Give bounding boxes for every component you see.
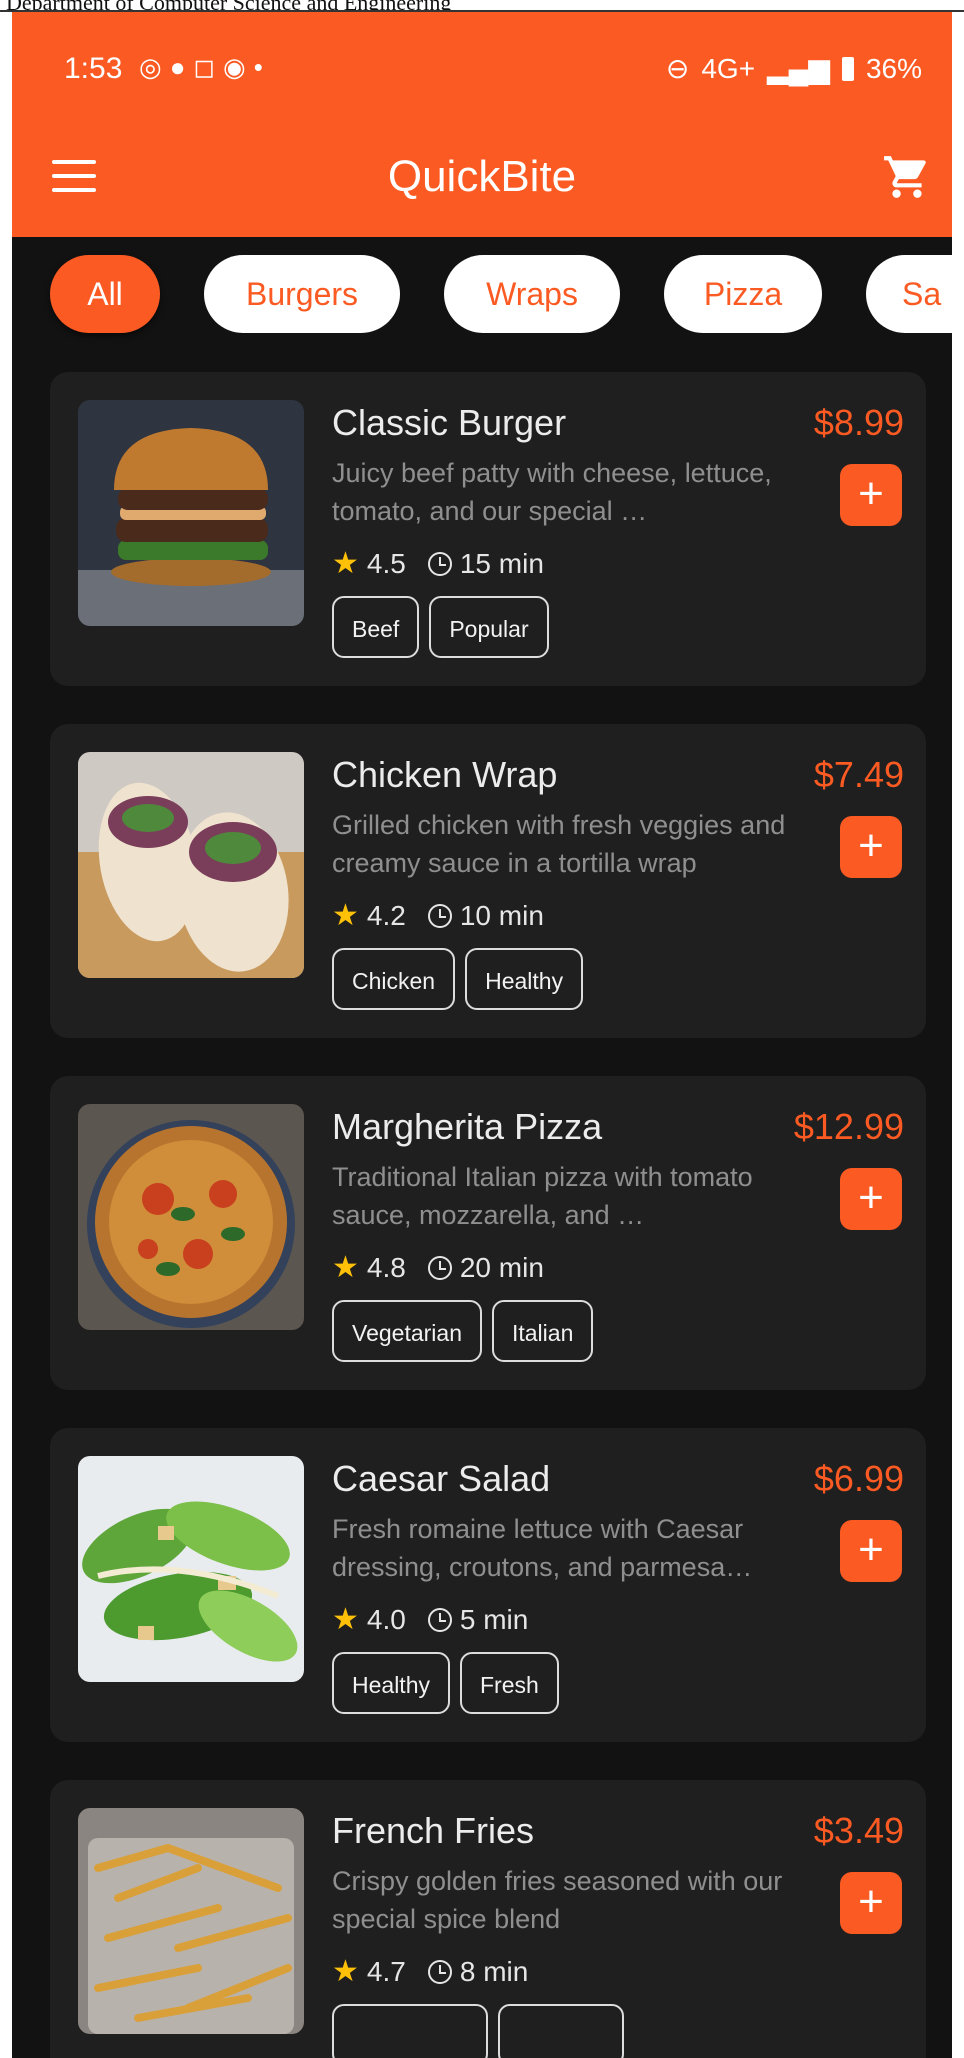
item-time: 8 min	[459, 1955, 529, 1987]
phone-screen: 1:53 ◎●◻◉• ⊖ 4G+ ▂▄▆ 36% QuickBite All B…	[12, 12, 952, 2058]
cart-icon[interactable]	[882, 152, 932, 202]
item-meta: ★ 4.8 20 min	[332, 1250, 544, 1285]
menu-item-card[interactable]: Chicken Wrap $7.49 Grilled chicken with …	[50, 724, 926, 1038]
item-tag: Vegetarian	[332, 1300, 482, 1362]
star-icon: ★	[332, 547, 359, 580]
add-to-cart-button[interactable]: +	[840, 1872, 902, 1934]
status-bar: 1:53 ◎●◻◉• ⊖ 4G+ ▂▄▆ 36%	[12, 12, 952, 122]
item-meta: ★ 4.7 8 min	[332, 1954, 528, 1989]
category-chip-pizza[interactable]: Pizza	[664, 255, 822, 333]
item-name: Chicken Wrap	[332, 754, 558, 795]
burger-image	[78, 400, 304, 626]
item-name: Classic Burger	[332, 402, 567, 443]
category-chips: All Burgers Wraps Pizza Sa	[12, 255, 952, 345]
app-title: QuickBite	[387, 152, 577, 201]
app-bar: 1:53 ◎●◻◉• ⊖ 4G+ ▂▄▆ 36% QuickBite	[12, 12, 952, 237]
battery-icon	[841, 56, 854, 81]
star-icon: ★	[332, 1955, 359, 1988]
item-time: 10 min	[459, 899, 544, 931]
item-time: 15 min	[459, 547, 544, 579]
clock-icon	[427, 1255, 452, 1280]
dot-icon: •	[253, 52, 271, 82]
item-price: $6.99	[813, 1458, 904, 1499]
item-tag: Chicken	[332, 948, 456, 1010]
item-tag	[498, 2004, 624, 2058]
item-tag: Healthy	[332, 1652, 450, 1714]
add-to-cart-button[interactable]: +	[840, 1520, 902, 1582]
item-tags: Healthy Fresh	[332, 1652, 559, 1714]
menu-item-card[interactable]: Margherita Pizza $12.99 Traditional Ital…	[50, 1076, 926, 1390]
item-tag: Healthy	[465, 948, 584, 1010]
star-icon: ★	[332, 1603, 359, 1636]
pizza-image	[78, 1104, 304, 1330]
category-chip-all[interactable]: All	[50, 255, 160, 333]
item-name: Margherita Pizza	[332, 1106, 603, 1147]
viber-icon: ◉	[223, 52, 254, 82]
item-price: $7.49	[813, 754, 904, 795]
star-icon: ★	[332, 899, 359, 932]
item-description: Fresh romaine lettuce with Caesar dressi…	[332, 1514, 753, 1582]
item-price: $3.49	[813, 1810, 904, 1851]
item-tag	[332, 2004, 488, 2058]
wrap-image	[78, 752, 304, 978]
item-tags: Vegetarian Italian	[332, 1300, 594, 1362]
category-chip-burgers[interactable]: Burgers	[204, 255, 400, 333]
salad-image	[78, 1456, 304, 1682]
menu-item-card[interactable]: French Fries $3.49 Crispy golden fries s…	[50, 1780, 926, 2058]
item-rating: 4.8	[366, 1251, 406, 1283]
clock-icon	[427, 1607, 452, 1632]
item-tag: Fresh	[459, 1652, 559, 1714]
network-label: 4G+	[701, 52, 756, 84]
dnd-icon: ⊖	[665, 53, 690, 84]
category-chip-wraps[interactable]: Wraps	[444, 255, 620, 333]
item-rating: 4.7	[366, 1955, 406, 1987]
item-tags: Beef Popular	[332, 596, 549, 658]
item-name: Caesar Salad	[332, 1458, 551, 1499]
item-description: Traditional Italian pizza with tomato sa…	[332, 1162, 753, 1230]
item-tag: Italian	[491, 1300, 594, 1362]
item-time: 5 min	[459, 1603, 529, 1635]
battery-level: 36%	[865, 52, 922, 84]
item-name: French Fries	[332, 1810, 535, 1851]
item-tags	[332, 2004, 624, 2058]
fries-image	[78, 1808, 304, 2034]
add-to-cart-button[interactable]: +	[840, 816, 902, 878]
instagram-icon: ◻	[193, 52, 223, 82]
item-tag: Beef	[332, 596, 420, 658]
item-rating: 4.2	[366, 899, 406, 931]
status-time: 1:53	[64, 52, 123, 85]
item-meta: ★ 4.0 5 min	[332, 1602, 528, 1637]
clock-icon	[427, 1959, 452, 1984]
clock-icon	[427, 903, 452, 928]
signal-icon: ▂▄▆	[767, 53, 830, 84]
add-to-cart-button[interactable]: +	[840, 1168, 902, 1230]
item-price: $8.99	[813, 402, 904, 443]
item-time: 20 min	[459, 1251, 544, 1283]
notification-icons: ◎●◻◉•	[139, 52, 271, 83]
item-rating: 4.5	[366, 547, 406, 579]
clock-icon	[427, 551, 452, 576]
item-price: $12.99	[793, 1106, 904, 1147]
chat-icon: ●	[169, 52, 194, 82]
add-to-cart-button[interactable]: +	[840, 464, 902, 526]
menu-item-card[interactable]: Caesar Salad $6.99 Fresh romaine lettuce…	[50, 1428, 926, 1742]
item-tags: Chicken Healthy	[332, 948, 584, 1010]
menu-item-card[interactable]: Classic Burger $8.99 Juicy beef patty wi…	[50, 372, 926, 686]
item-description: Juicy beef patty with cheese, lettuce, t…	[332, 458, 772, 526]
item-description: Grilled chicken with fresh veggies and c…	[332, 810, 786, 878]
whatsapp-icon: ◎	[139, 52, 170, 82]
item-meta: ★ 4.2 10 min	[332, 898, 544, 933]
item-description: Crispy golden fries seasoned with our sp…	[332, 1866, 783, 1934]
category-chip-salads[interactable]: Sa	[866, 255, 952, 333]
status-right: ⊖ 4G+ ▂▄▆ 36%	[666, 52, 922, 85]
item-meta: ★ 4.5 15 min	[332, 546, 544, 581]
item-rating: 4.0	[366, 1603, 406, 1635]
star-icon: ★	[332, 1251, 359, 1284]
item-tag: Popular	[429, 596, 549, 658]
